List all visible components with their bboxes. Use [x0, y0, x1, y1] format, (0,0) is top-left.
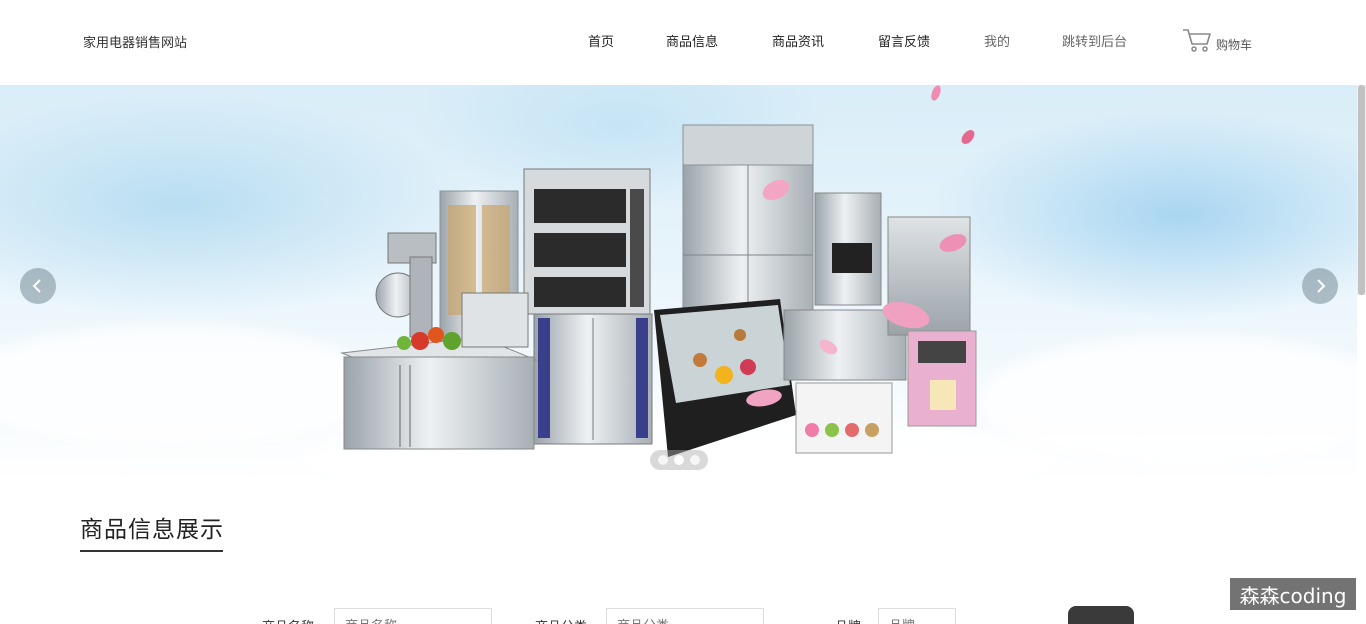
- product-category-label: 商品分类: [535, 616, 587, 624]
- brand-label: 品牌: [835, 616, 861, 624]
- search-button[interactable]: [1068, 606, 1134, 624]
- nav-mine[interactable]: 我的: [984, 31, 1010, 50]
- carousel-indicators: [650, 450, 708, 470]
- main-nav: 首页 商品信息 商品资讯 留言反馈 我的 跳转到后台: [0, 31, 1366, 51]
- cart-link[interactable]: 购物车: [1182, 27, 1252, 53]
- watermark: 森森coding: [1230, 578, 1356, 610]
- nav-news[interactable]: 商品资讯: [772, 31, 824, 50]
- brand-input[interactable]: [878, 608, 956, 624]
- banner-carousel: [0, 85, 1357, 485]
- section-title-underline: [80, 550, 223, 552]
- carousel-dot-2[interactable]: [674, 455, 684, 465]
- shopping-cart-icon: [1183, 29, 1211, 52]
- nav-products[interactable]: 商品信息: [666, 31, 718, 50]
- section-title: 商品信息展示: [80, 517, 224, 543]
- carousel-dot-3[interactable]: [690, 455, 700, 465]
- carousel-next-button[interactable]: [1302, 268, 1338, 304]
- cart-label: 购物车: [1216, 38, 1253, 52]
- nav-admin[interactable]: 跳转到后台: [1062, 31, 1127, 50]
- site-header: 家用电器销售网站 首页 商品信息 商品资讯 留言反馈 我的 跳转到后台 购物车: [0, 0, 1366, 85]
- product-name-input[interactable]: [334, 608, 492, 624]
- nav-feedback[interactable]: 留言反馈: [878, 31, 930, 50]
- chevron-left-icon: [32, 279, 41, 293]
- carousel-prev-button[interactable]: [20, 268, 56, 304]
- carousel-dot-1[interactable]: [658, 455, 668, 465]
- product-category-input[interactable]: [606, 608, 764, 624]
- scrollbar-thumb[interactable]: [1358, 85, 1365, 295]
- page-scrollbar[interactable]: [1357, 85, 1366, 295]
- nav-home[interactable]: 首页: [588, 31, 614, 50]
- banner-product-image: [340, 85, 977, 457]
- chevron-right-icon: [1317, 279, 1326, 293]
- product-name-label: 商品名称: [262, 616, 314, 624]
